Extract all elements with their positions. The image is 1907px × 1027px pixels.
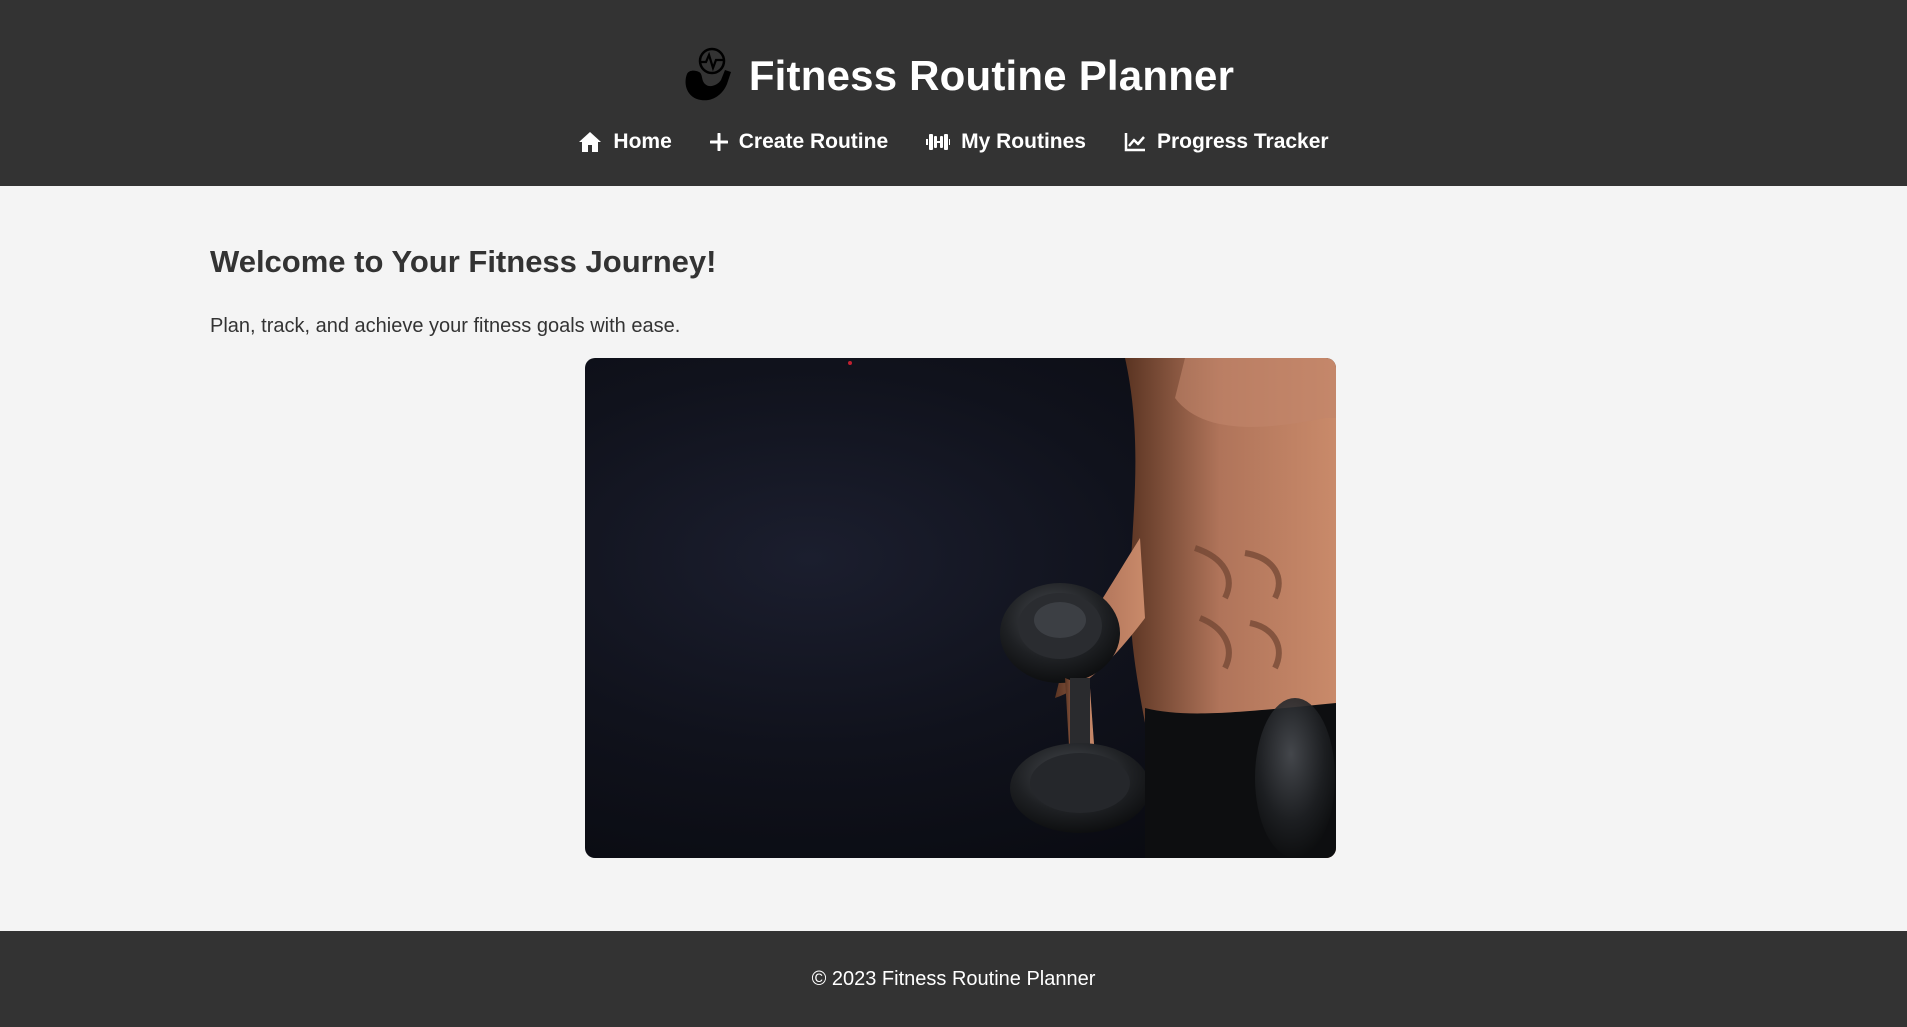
hero-illustration [848, 358, 1336, 858]
nav-my-routines[interactable]: My Routines [926, 130, 1086, 154]
nav-home[interactable]: Home [578, 130, 672, 154]
nav-create-routine-label: Create Routine [738, 130, 889, 153]
nav-progress-tracker[interactable]: Progress Tracker [1124, 130, 1329, 154]
welcome-tagline: Plan, track, and achieve your fitness go… [210, 315, 681, 337]
dumbbell-icon [926, 134, 951, 150]
nav-progress-tracker-label: Progress Tracker [1156, 130, 1329, 153]
copyright-text: © 2023 Fitness Routine Planner [811, 967, 1096, 990]
site-footer: © 2023 Fitness Routine Planner [0, 931, 1907, 1027]
flexed-arm-heartbeat-icon [673, 44, 737, 108]
nav-home-label: Home [613, 130, 672, 153]
chart-line-icon [1124, 133, 1145, 152]
main-nav: Home Create Routine My Routines Progress… [0, 130, 1907, 154]
site-header: Fitness Routine Planner Home Create Rout… [0, 0, 1907, 186]
welcome-heading: Welcome to Your Fitness Journey! [210, 244, 717, 279]
hero-image [585, 358, 1336, 858]
plus-icon [709, 133, 728, 151]
main-content: Welcome to Your Fitness Journey! Plan, t… [210, 186, 1697, 858]
brand: Fitness Routine Planner [0, 44, 1907, 108]
nav-create-routine[interactable]: Create Routine [709, 130, 889, 154]
home-icon [579, 132, 602, 152]
nav-my-routines-label: My Routines [961, 130, 1086, 153]
app-title: Fitness Routine Planner [748, 52, 1235, 99]
